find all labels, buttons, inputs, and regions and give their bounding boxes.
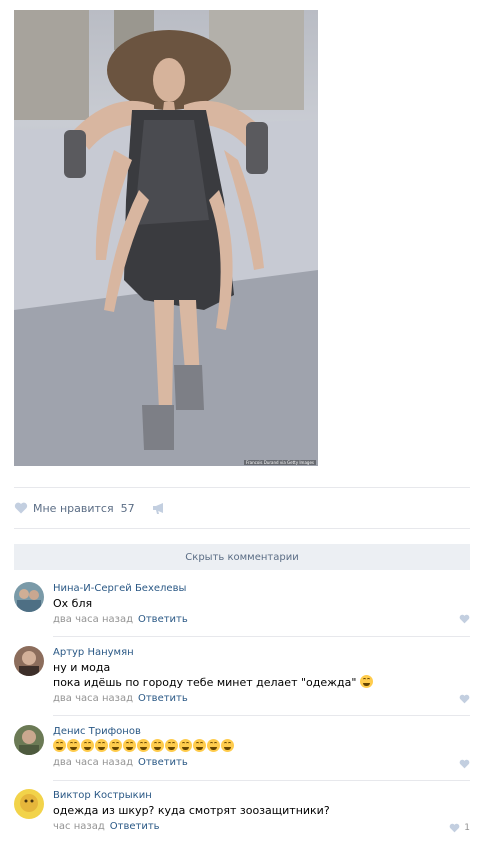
divider bbox=[53, 780, 470, 781]
comment-time[interactable]: час назад bbox=[53, 821, 105, 832]
comment-like-button[interactable] bbox=[459, 694, 470, 704]
comment-text: одежда из шкур? куда смотрят зоозащитник… bbox=[53, 804, 330, 817]
laughing-emoji bbox=[67, 739, 80, 752]
laughing-emoji bbox=[207, 739, 220, 752]
laughing-emoji bbox=[109, 739, 122, 752]
comment-text-line-2: пока идёшь по городу тебе минет делает "… bbox=[53, 676, 357, 689]
laughing-emoji bbox=[151, 739, 164, 752]
laughing-emoji bbox=[95, 739, 108, 752]
post-actions: Мне нравится 57 bbox=[14, 500, 166, 516]
comment: Денис Трифонов два часа назад Ответить bbox=[14, 725, 470, 771]
comment-text-line-1: ну и мода bbox=[53, 661, 111, 674]
laughing-emoji bbox=[193, 739, 206, 752]
post-photo[interactable]: Francois Durand via Getty Images bbox=[14, 10, 318, 466]
comment: Виктор Кострыкин одежда из шкур? куда см… bbox=[14, 789, 470, 835]
laughing-emoji bbox=[179, 739, 192, 752]
comment-text: Ох бля bbox=[53, 597, 93, 610]
comment-like-count: 1 bbox=[464, 823, 470, 833]
divider bbox=[53, 715, 470, 716]
laughing-emoji bbox=[53, 739, 66, 752]
reply-button[interactable]: Ответить bbox=[110, 821, 160, 832]
laughing-emoji bbox=[165, 739, 178, 752]
laughing-emoji bbox=[81, 739, 94, 752]
share-button[interactable] bbox=[152, 502, 166, 515]
grinning-face-emoji bbox=[359, 675, 373, 688]
comment-author[interactable]: Артур Нанумян bbox=[53, 646, 470, 660]
comment-time[interactable]: два часа назад bbox=[53, 614, 133, 625]
comment-author[interactable]: Денис Трифонов bbox=[53, 725, 470, 739]
heart-icon bbox=[459, 759, 470, 769]
divider bbox=[14, 528, 470, 529]
heart-icon bbox=[459, 694, 470, 704]
comment: Артур Нанумян ну и мода пока идёшь по го… bbox=[14, 646, 470, 706]
comment-author[interactable]: Нина-И-Сергей Бехелевы bbox=[53, 582, 470, 596]
avatar[interactable] bbox=[14, 725, 44, 755]
divider bbox=[14, 487, 470, 488]
laughing-emoji bbox=[137, 739, 150, 752]
comment: Нина-И-Сергей Бехелевы Ох бля два часа н… bbox=[14, 582, 470, 626]
heart-icon bbox=[14, 502, 28, 514]
comment-time[interactable]: два часа назад bbox=[53, 757, 133, 768]
like-button[interactable]: Мне нравится 57 bbox=[14, 502, 135, 515]
like-label: Мне нравится bbox=[33, 501, 114, 515]
megaphone-icon bbox=[152, 502, 163, 514]
comment-like-button[interactable] bbox=[459, 759, 470, 769]
comment-like-button[interactable] bbox=[459, 614, 470, 624]
emoji-row bbox=[53, 739, 470, 754]
laughing-emoji bbox=[221, 739, 234, 752]
like-count: 57 bbox=[120, 501, 135, 515]
divider bbox=[53, 636, 470, 637]
heart-icon bbox=[459, 614, 470, 624]
reply-button[interactable]: Ответить bbox=[138, 614, 188, 625]
image-credit: Francois Durand via Getty Images bbox=[244, 460, 316, 465]
comment-time[interactable]: два часа назад bbox=[53, 693, 133, 704]
avatar[interactable] bbox=[14, 789, 44, 819]
hide-comments-button[interactable]: Скрыть комментарии bbox=[14, 544, 470, 570]
comment-author[interactable]: Виктор Кострыкин bbox=[53, 789, 470, 803]
avatar[interactable] bbox=[14, 582, 44, 612]
reply-button[interactable]: Ответить bbox=[138, 757, 188, 768]
comment-like-button[interactable]: 1 bbox=[449, 823, 470, 833]
reply-button[interactable]: Ответить bbox=[138, 693, 188, 704]
avatar[interactable] bbox=[14, 646, 44, 676]
heart-icon bbox=[449, 823, 460, 833]
laughing-emoji bbox=[123, 739, 136, 752]
